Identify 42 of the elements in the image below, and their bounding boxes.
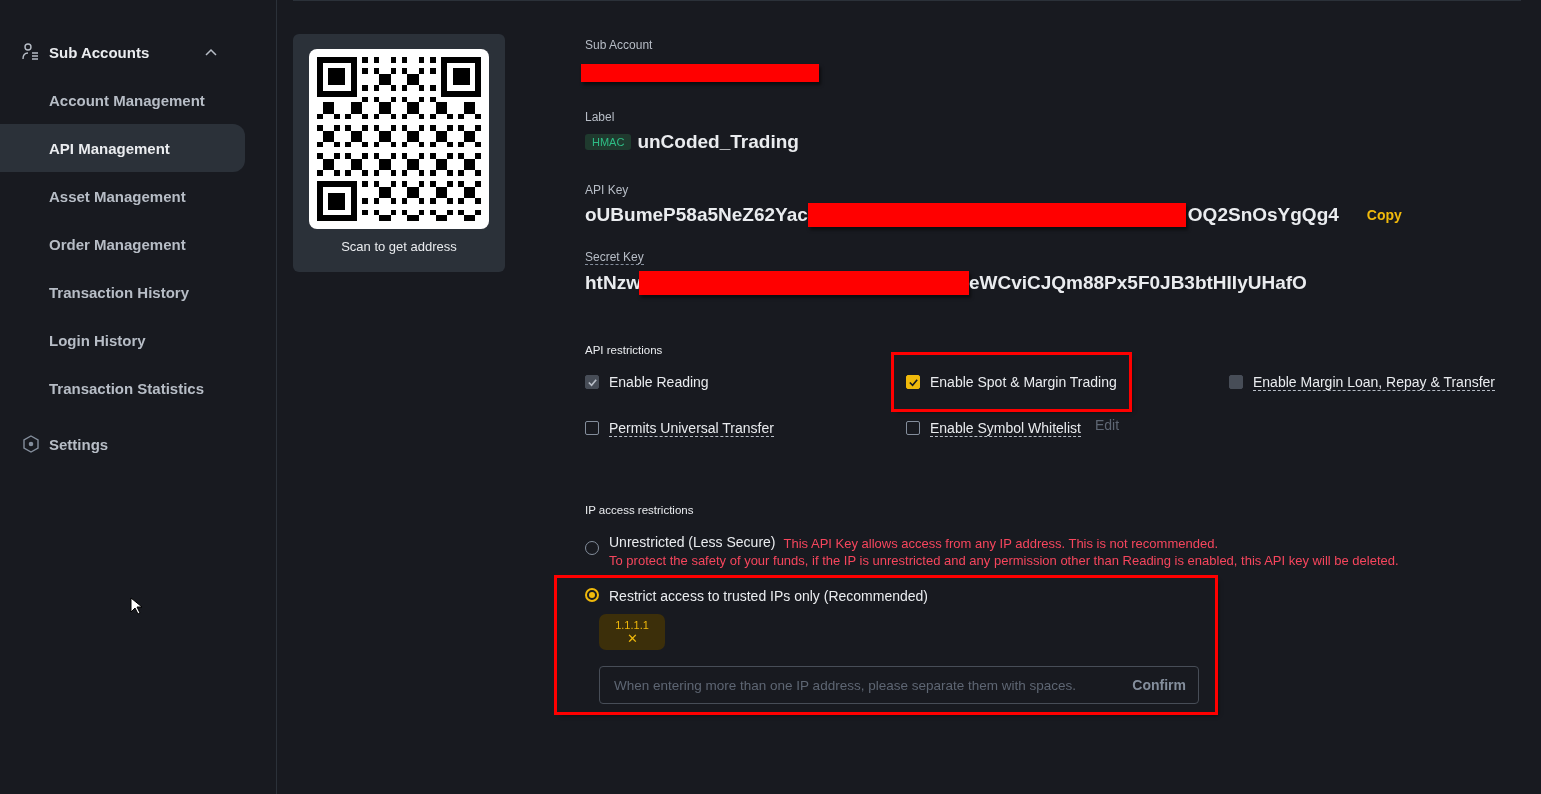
secret-key-end: eWCviCJQm88Px5F0JB3btHIIyUHafO <box>968 272 1307 294</box>
field-label: Sub Account <box>585 38 653 52</box>
checkbox[interactable] <box>906 375 920 389</box>
user-list-icon <box>21 42 41 62</box>
sidebar-item[interactable]: Account Management <box>0 76 245 124</box>
radio-label[interactable]: Unrestricted (Less Secure) <box>609 534 776 551</box>
field-label: Label <box>585 110 615 124</box>
sidebar-item[interactable]: Transaction History <box>0 268 245 316</box>
sidebar-item[interactable]: API Management <box>0 124 245 172</box>
qr-caption: Scan to get address <box>341 239 457 254</box>
checkbox[interactable] <box>585 421 599 435</box>
checkbox-label[interactable]: Enable Spot & Margin Trading <box>930 374 1117 390</box>
section-title: IP access restrictions <box>585 504 694 516</box>
warning-text: To protect the safety of your funds, if the IP is unrestricted and any permission other than Reading is enabled, this API key will be deleted. <box>609 553 1399 568</box>
api-key-start: oUBumeP58a5NeZ62Yac <box>585 204 808 226</box>
checkbox-label[interactable]: Permits Universal Transfer <box>609 419 774 437</box>
sidebar-item[interactable]: Transaction Statistics <box>0 364 245 412</box>
secret-key-start: htNzw <box>585 272 641 294</box>
radio-button[interactable] <box>585 588 599 602</box>
warning-text: This API Key allows access from any IP address. This is not recommended. <box>783 536 1218 551</box>
mouse-cursor-icon <box>130 597 142 615</box>
label-value: unCoded_Trading <box>637 131 799 153</box>
field-label: API Key <box>585 183 629 197</box>
sidebar-item[interactable]: Settings <box>49 435 109 453</box>
sidebar-item[interactable]: Login History <box>0 316 245 364</box>
hmac-badge: HMAC <box>585 134 632 150</box>
checkbox-label[interactable]: Enable Symbol Whitelist <box>930 419 1081 437</box>
hexagon-icon <box>21 434 41 454</box>
checkbox[interactable] <box>906 421 920 435</box>
sidebar-group-label[interactable]: Sub Accounts <box>49 43 150 61</box>
field-label: Secret Key <box>585 250 644 265</box>
copy-link[interactable]: Copy <box>1366 207 1402 223</box>
ip-input-field[interactable]: When entering more than one IP address, please separate them with spaces. Confirm <box>599 666 1199 704</box>
radio-label[interactable]: Restrict access to trusted IPs only (Recommended) <box>609 588 928 604</box>
sidebar-item[interactable]: Order Management <box>0 220 245 268</box>
chevron-icon[interactable] <box>205 48 218 56</box>
remove-icon[interactable]: ✕ <box>626 630 638 646</box>
confirm-button[interactable]: Confirm <box>1132 677 1186 693</box>
section-title: API restrictions <box>585 344 663 356</box>
sidebar-item[interactable]: Asset Management <box>0 172 245 220</box>
api-key-end: OQ2SnOsYgQg4 <box>1187 204 1339 226</box>
ip-address: 1.1.1.1 <box>615 618 649 631</box>
